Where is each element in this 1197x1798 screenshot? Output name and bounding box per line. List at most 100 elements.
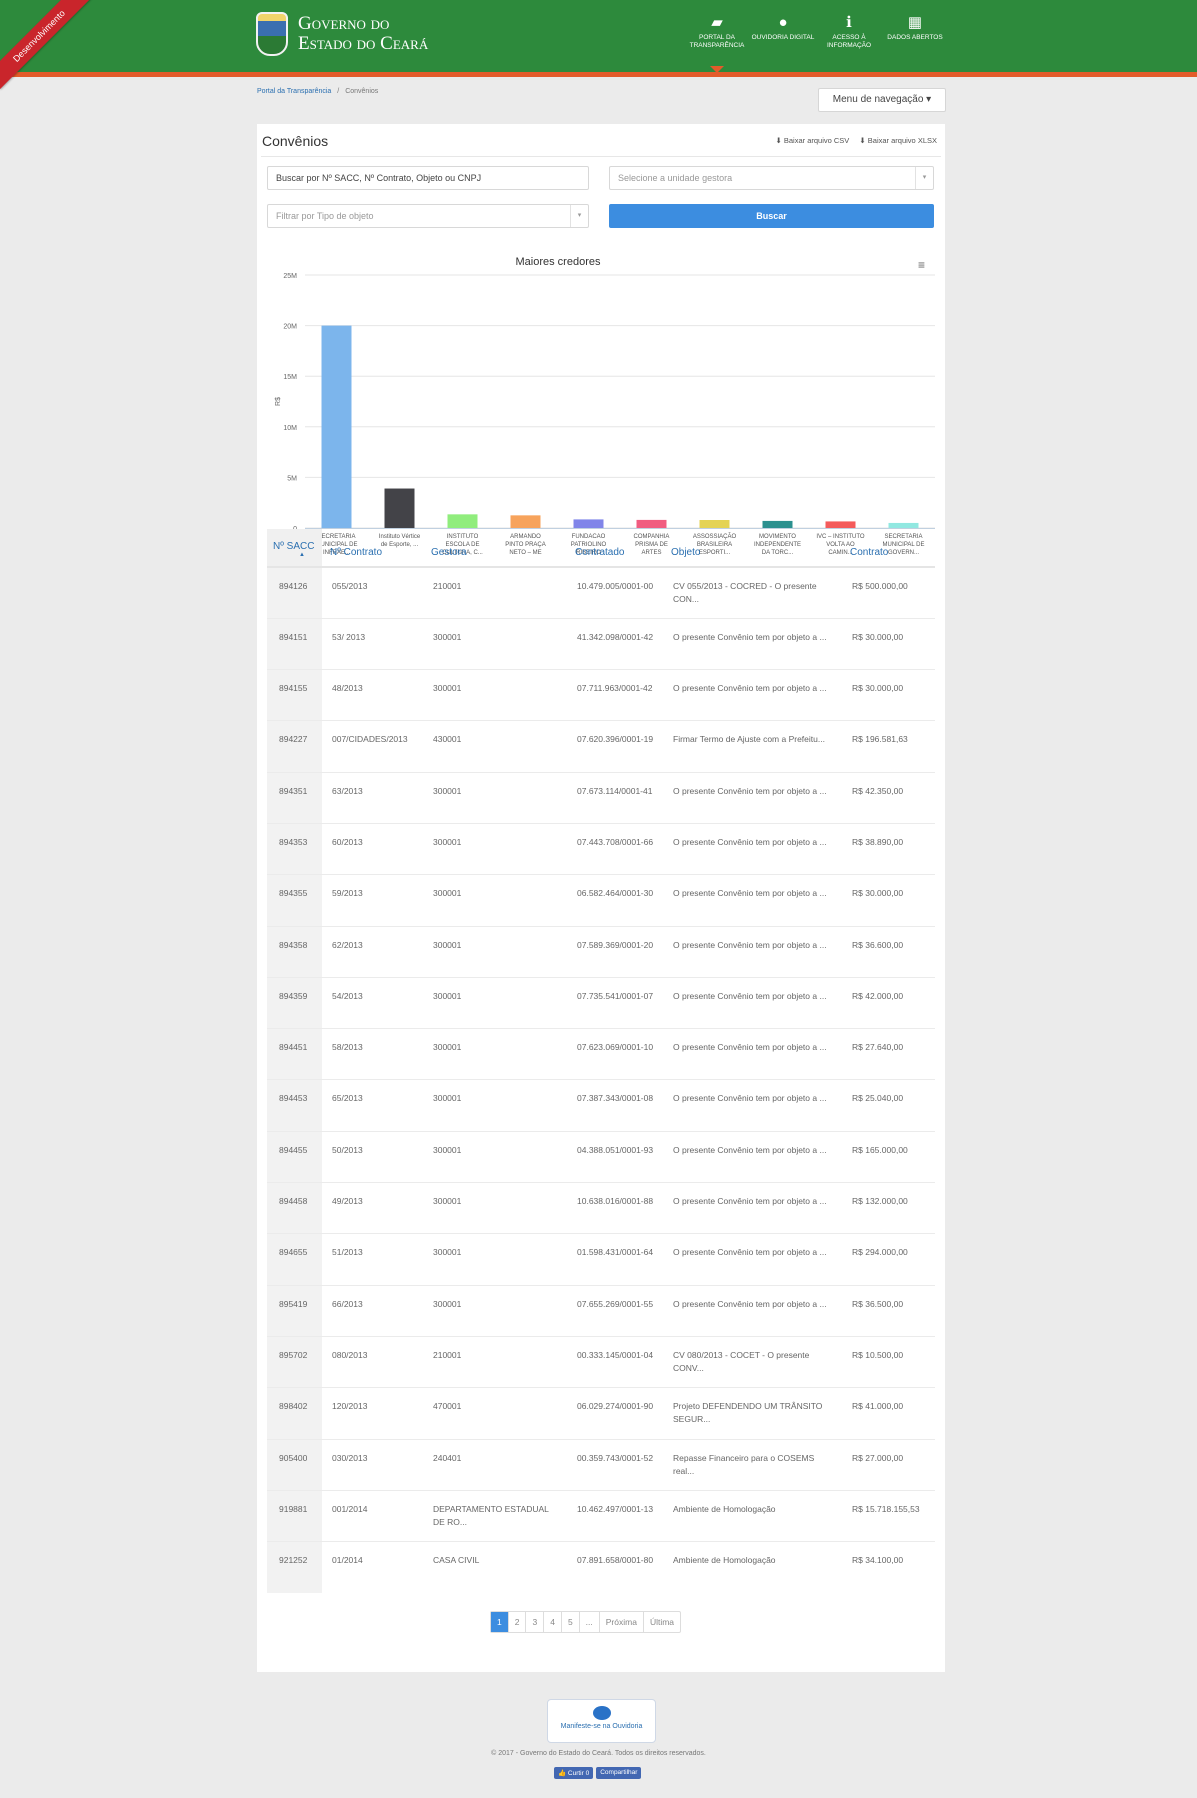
breadcrumb-home-link[interactable]: Portal da Transparência (257, 88, 331, 95)
column-header-contratado[interactable]: Contratado (567, 529, 663, 568)
table-cell: 65/2013 (322, 1079, 423, 1132)
table-row[interactable]: 894451 58/2013 300001 07.623.069/0001-10 O p… (267, 1028, 935, 1080)
table-cell: O presente Convênio tem por objeto a ... (663, 1182, 842, 1234)
table-cell: 300001 (423, 669, 567, 721)
search-input[interactable]: Buscar por Nº SACC, Nº Contrato, Objeto … (267, 166, 589, 190)
facebook-like-button[interactable]: 👍 Curtir 0 (554, 1767, 594, 1779)
table-cell: 430001 (423, 720, 567, 773)
table-cell: 07.891.658/0001-80 (567, 1541, 663, 1593)
table-cell: O presente Convênio tem por objeto a ... (663, 617, 842, 670)
table-cell: Projeto DEFENDENDO UM TRÂNSITO SEGUR... (663, 1387, 842, 1440)
page-4[interactable]: 4 (544, 1612, 562, 1632)
navigation-menu-button[interactable]: Menu de navegação ▾ (818, 88, 946, 112)
table-cell: 894458 (267, 1182, 322, 1234)
ouvidoria-button[interactable]: Manifeste-se na Ouvidoria (547, 1699, 656, 1743)
tipo-objeto-placeholder: Filtrar por Tipo de objeto (276, 211, 374, 221)
tipo-objeto-select[interactable]: Filtrar por Tipo de objeto ▾ (267, 204, 589, 228)
column-header-contrato[interactable]: Nº Contrato (322, 529, 423, 568)
column-header-gestora[interactable]: Gestora (423, 529, 567, 568)
table-row[interactable]: 905400 030/2013 240401 00.359.743/0001-52 Re… (267, 1438, 935, 1491)
government-logo[interactable]: Governo do Estado do Ceará (256, 12, 428, 56)
page-5[interactable]: 5 (562, 1612, 580, 1632)
table-row[interactable]: 894458 49/2013 300001 10.638.016/0001-88 O p… (267, 1182, 935, 1234)
table-cell: 300001 (423, 822, 567, 875)
table-cell: 10.479.005/0001-00 (567, 566, 663, 619)
table-row[interactable]: 894655 51/2013 300001 01.598.431/0001-64 O p… (267, 1233, 935, 1286)
column-header-label: Nº SACC (273, 541, 315, 552)
unidade-gestora-select[interactable]: Selecione a unidade gestora ▾ (609, 166, 934, 190)
table-cell: 07.387.343/0001-08 (567, 1079, 663, 1132)
table-row[interactable]: 894353 60/2013 300001 07.443.708/0001-66 O p… (267, 822, 935, 875)
table-cell: R$ 294.000,00 (842, 1233, 935, 1286)
table-cell: 06.029.274/0001-90 (567, 1387, 663, 1440)
table-cell: 48/2013 (322, 669, 423, 721)
nav-ouvidoria-digital[interactable]: ● Ouvidoria Digital (750, 14, 816, 50)
nav-dados-abertos[interactable]: ▦ Dados Abertos (882, 14, 948, 50)
download-xlsx-link[interactable]: ⬇ Baixar arquivo XLSX (859, 136, 937, 145)
table-cell: R$ 25.040,00 (842, 1079, 935, 1132)
table-cell: 66/2013 (322, 1284, 423, 1337)
facebook-share-button[interactable]: Compartilhar (596, 1767, 642, 1779)
chart-title: Maiores credores (515, 256, 601, 268)
table-row[interactable]: 894355 59/2013 300001 06.582.464/0001-30 O p… (267, 874, 935, 927)
pagination-ellipsis[interactable]: ... (580, 1612, 600, 1632)
nav-label: Ouvidoria Digital (751, 34, 815, 41)
chevron-down-icon: ▾ (915, 167, 933, 189)
table-cell: 300001 (423, 1182, 567, 1234)
table-row[interactable]: 894359 54/2013 300001 07.735.541/0001-07 O p… (267, 976, 935, 1029)
table-cell: 894151 (267, 617, 322, 670)
table-cell: 919881 (267, 1489, 322, 1542)
table-cell: R$ 42.350,00 (842, 771, 935, 824)
page-3[interactable]: 3 (526, 1612, 545, 1632)
table-cell: 894353 (267, 822, 322, 875)
convenios-table: Nº SACC ▲ Nº Contrato Gestora Contratado… (267, 529, 935, 1593)
table-cell: 300001 (423, 874, 567, 927)
top-header: Governo do Estado do Ceará ▰ Portal da T… (0, 0, 1197, 77)
table-cell: 080/2013 (322, 1335, 423, 1388)
table-row[interactable]: 919881 001/2014 DEPARTAMENTO ESTADUAL DE R… (267, 1489, 935, 1542)
table-row[interactable]: 898402 120/2013 470001 06.029.274/0001-90 Pr… (267, 1387, 935, 1440)
nav-acesso-informacao[interactable]: ℹ Acesso à Informação (816, 14, 882, 50)
column-header-sacc[interactable]: Nº SACC ▲ (267, 529, 322, 568)
main-nav: ▰ Portal da Transparência ● Ouvidoria Di… (684, 14, 948, 73)
table-cell: Firmar Termo de Ajuste com a Prefeitu... (663, 720, 842, 773)
table-row[interactable]: 894455 50/2013 300001 04.388.051/0001-93 O p… (267, 1130, 935, 1183)
hamburger-icon[interactable]: ≡ (918, 258, 925, 272)
column-header-objeto[interactable]: Objeto (663, 529, 842, 568)
table-row[interactable]: 894155 48/2013 300001 07.711.963/0001-42 O p… (267, 669, 935, 721)
table-cell: 49/2013 (322, 1182, 423, 1234)
table-cell: O presente Convênio tem por objeto a ... (663, 1284, 842, 1337)
table-cell: 50/2013 (322, 1130, 423, 1183)
nav-portal-transparencia[interactable]: ▰ Portal da Transparência (684, 14, 750, 73)
table-cell: 894155 (267, 669, 322, 721)
table-row[interactable]: 895702 080/2013 210001 00.333.145/0001-04 CV… (267, 1335, 935, 1388)
logo-line-2: Estado do Ceará (298, 33, 429, 54)
table-cell: R$ 27.000,00 (842, 1438, 935, 1491)
page-1[interactable]: 1 (491, 1612, 509, 1632)
table-row[interactable]: 894151 53/ 2013 300001 41.342.098/0001-42 O … (267, 617, 935, 670)
page-2[interactable]: 2 (509, 1612, 527, 1632)
table-row[interactable]: 921252 01/2014 CASA CIVIL 07.891.658/0001-8… (267, 1541, 935, 1593)
breadcrumb-current: Convênios (345, 88, 379, 95)
table-cell: 894227 (267, 720, 322, 773)
table-cell: 210001 (423, 1335, 567, 1388)
column-header-valor-contrato[interactable]: Contrato (842, 529, 935, 568)
table-row[interactable]: 894358 62/2013 300001 07.589.369/0001-20 O p… (267, 925, 935, 978)
table-cell: Repasse Financeiro para o COSEMS real... (663, 1438, 842, 1491)
table-row[interactable]: 894227 007/CIDADES/2013 430001 07.620.396/0… (267, 720, 935, 773)
table-cell: O presente Convênio tem por objeto a ... (663, 874, 842, 927)
table-cell: 07.443.708/0001-66 (567, 822, 663, 875)
table-row[interactable]: 894453 65/2013 300001 07.387.343/0001-08 O p… (267, 1079, 935, 1132)
y-axis-label: R$ (275, 397, 282, 406)
pagination-last[interactable]: Última (644, 1612, 680, 1632)
table-cell: DEPARTAMENTO ESTADUAL DE RO... (423, 1489, 567, 1542)
table-row[interactable]: 894126 055/2013 210001 10.479.005/0001-00 CV… (267, 566, 935, 619)
table-row[interactable]: 895419 66/2013 300001 07.655.269/0001-55 O p… (267, 1284, 935, 1337)
table-cell: 894355 (267, 874, 322, 927)
download-csv-link[interactable]: ⬇ Baixar arquivo CSV (776, 136, 850, 145)
pagination-next[interactable]: Próxima (600, 1612, 644, 1632)
unidade-gestora-placeholder: Selecione a unidade gestora (618, 173, 733, 183)
copyright-text: © 2017 - Governo do Estado do Ceará. Tod… (491, 1750, 706, 1757)
table-row[interactable]: 894351 63/2013 300001 07.673.114/0001-41 O p… (267, 771, 935, 824)
search-button[interactable]: Buscar (609, 204, 934, 228)
